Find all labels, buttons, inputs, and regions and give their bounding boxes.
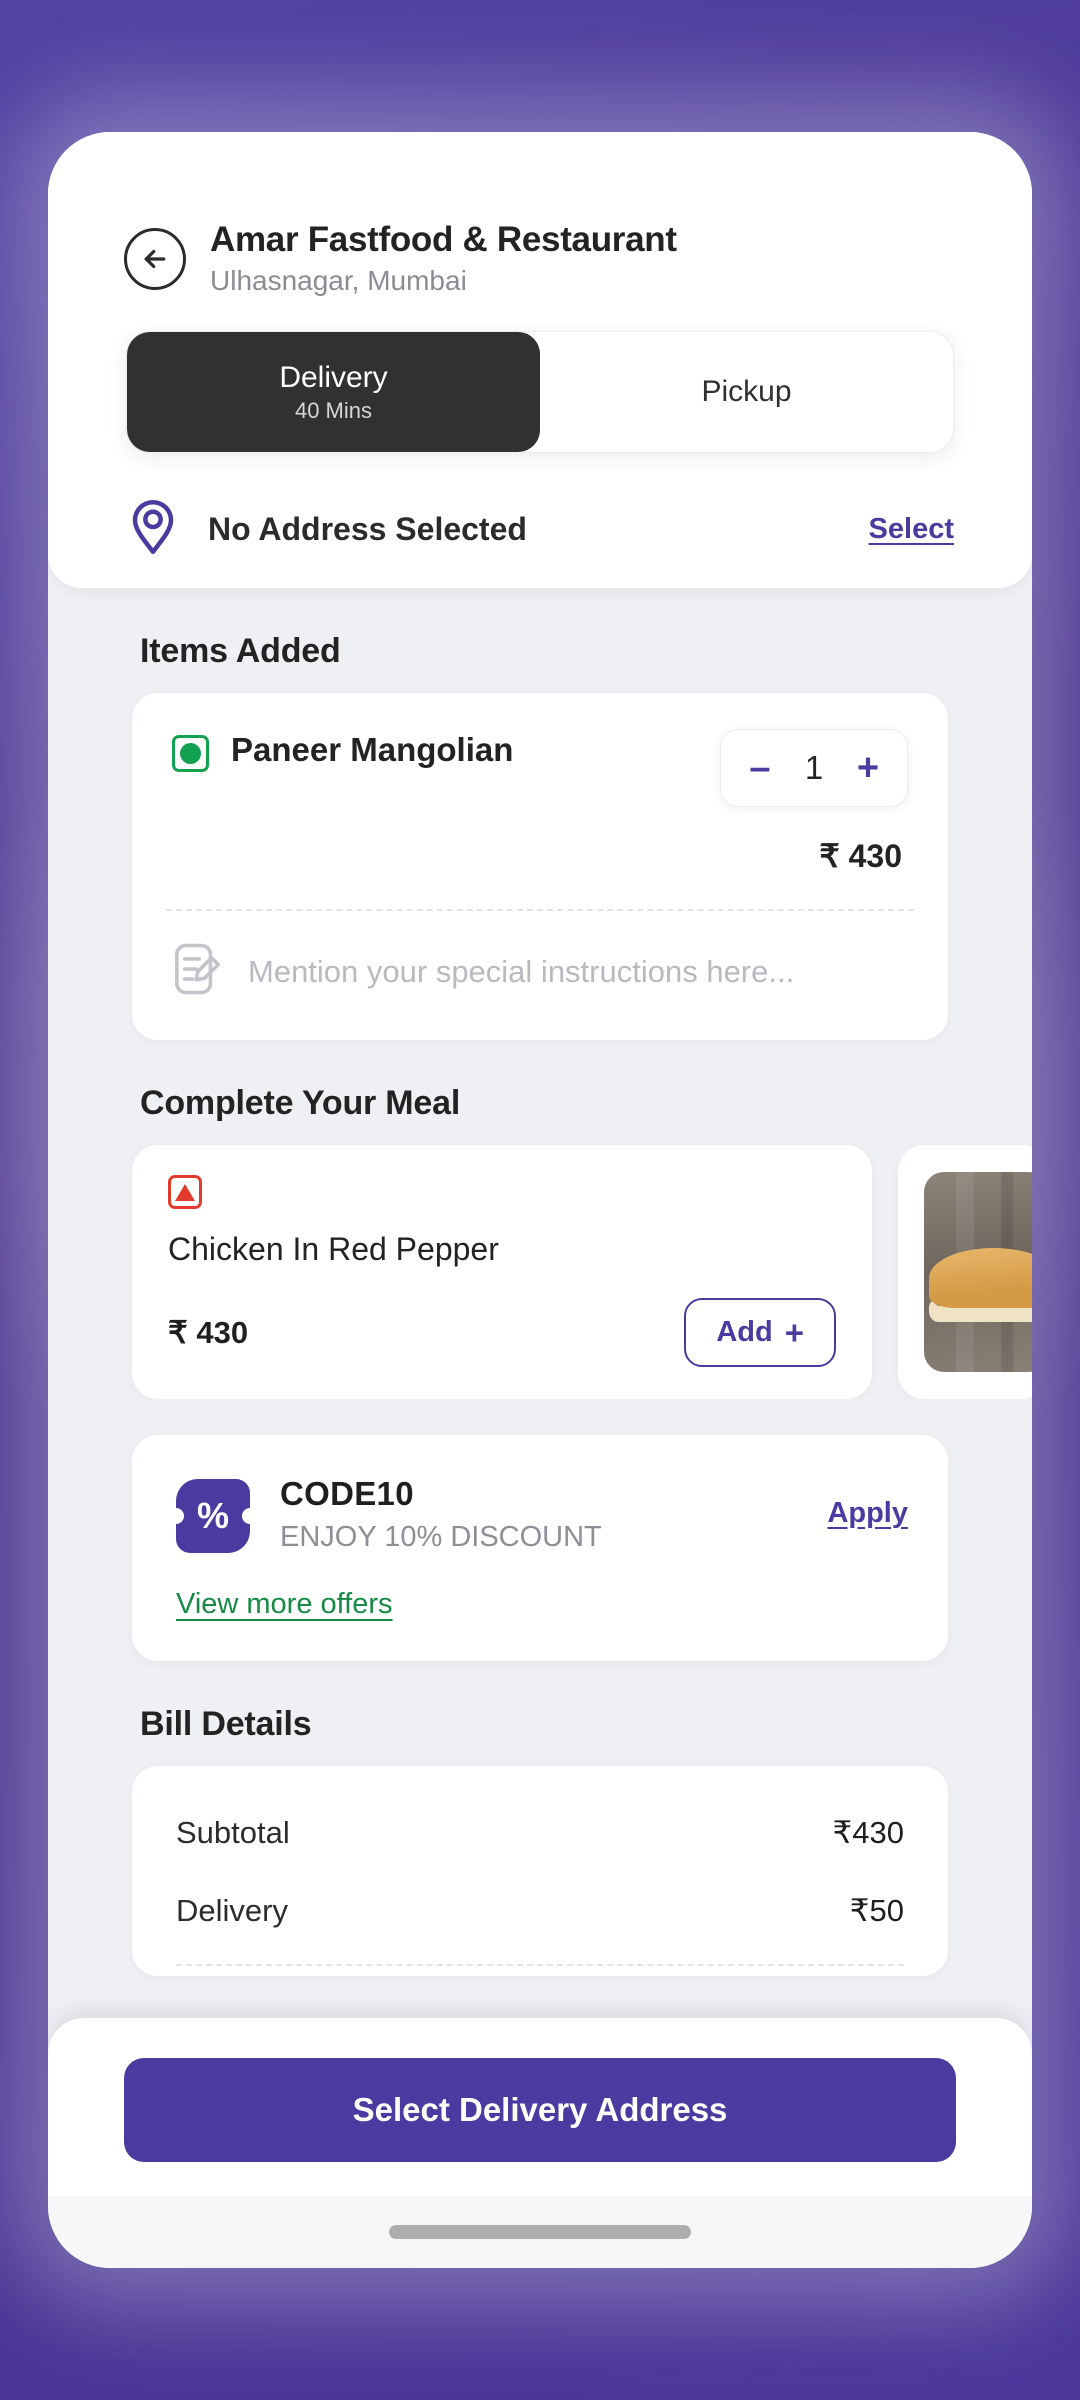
special-instructions-input[interactable]: Mention your special instructions here..… xyxy=(132,911,948,1040)
increment-button[interactable]: + xyxy=(851,749,885,787)
bill-value-delivery: ₹50 xyxy=(849,1893,904,1929)
veg-icon xyxy=(172,735,209,773)
suggested-item-footer: ₹ 430 Add + xyxy=(168,1298,836,1368)
page-title: Amar Fastfood & Restaurant xyxy=(210,220,677,259)
bill-value-subtotal: ₹430 xyxy=(832,1815,904,1851)
plus-icon: + xyxy=(784,1314,804,1352)
nonveg-icon xyxy=(168,1175,202,1210)
back-button[interactable] xyxy=(124,227,186,290)
address-selector-row[interactable]: No Address Selected Select xyxy=(48,453,1032,562)
offer-code: CODE10 xyxy=(280,1475,414,1513)
cart-item-row: Paneer Mangolian – 1 + xyxy=(132,693,948,808)
complete-meal-carousel[interactable]: Chicken In Red Pepper ₹ 430 Add + xyxy=(48,1123,1032,1400)
tab-delivery[interactable]: Delivery 40 Mins xyxy=(127,332,540,453)
apply-offer-link[interactable]: Apply xyxy=(827,1497,908,1530)
restaurant-info: Amar Fastfood & Restaurant Ulhasnagar, M… xyxy=(210,220,677,297)
tab-delivery-label: Delivery xyxy=(279,360,388,394)
offer-text-block: CODE10 ENJOY 10% DISCOUNT xyxy=(280,1475,797,1554)
special-instructions-placeholder: Mention your special instructions here..… xyxy=(248,953,795,989)
bill-row-subtotal: Subtotal ₹430 xyxy=(132,1794,948,1872)
location-pin-icon xyxy=(126,497,180,562)
complete-meal-heading: Complete Your Meal xyxy=(140,1084,461,1123)
suggested-item-name: Chicken In Red Pepper xyxy=(168,1231,499,1268)
quantity-value: 1 xyxy=(804,749,824,787)
select-delivery-address-button[interactable]: Select Delivery Address xyxy=(124,2058,956,2162)
cart-item-price-row: ₹ 430 xyxy=(132,807,948,875)
quantity-stepper[interactable]: – 1 + xyxy=(720,729,908,808)
offer-description: ENJOY 10% DISCOUNT xyxy=(280,1521,602,1554)
bill-label-delivery: Delivery xyxy=(176,1893,288,1929)
bill-details-card: Subtotal ₹430 Delivery ₹50 xyxy=(132,1766,948,1977)
home-indicator-area xyxy=(48,2196,1032,2268)
suggested-item-card[interactable]: Chicken In Red Pepper ₹ 430 Add + xyxy=(132,1145,872,1400)
select-address-link[interactable]: Select xyxy=(869,513,954,546)
restaurant-header: Amar Fastfood & Restaurant Ulhasnagar, M… xyxy=(48,132,1032,297)
cart-item-name: Paneer Mangolian xyxy=(231,731,514,769)
bill-divider xyxy=(176,1964,904,1967)
suggested-item-card-peek[interactable] xyxy=(898,1145,1032,1400)
tab-delivery-eta: 40 Mins xyxy=(294,397,373,423)
decrement-button[interactable]: – xyxy=(743,749,777,787)
bill-details-heading: Bill Details xyxy=(140,1705,312,1744)
bill-row-delivery: Delivery ₹50 xyxy=(132,1872,948,1950)
items-added-heading: Items Added xyxy=(140,632,341,671)
home-indicator xyxy=(389,2225,691,2239)
header-card: Amar Fastfood & Restaurant Ulhasnagar, M… xyxy=(48,132,1032,589)
suggested-item-price: ₹ 430 xyxy=(168,1314,249,1350)
delivery-mode-toggle[interactable]: Delivery 40 Mins Pickup xyxy=(126,331,954,454)
address-status-text: No Address Selected xyxy=(208,511,527,548)
note-edit-icon xyxy=(172,941,222,1002)
bill-label-subtotal: Subtotal xyxy=(176,1815,290,1851)
cart-content[interactable]: Items Added Paneer Mangolian – 1 + ₹ 430 xyxy=(48,588,1032,2196)
add-item-button[interactable]: Add + xyxy=(684,1298,836,1368)
offer-main-row: % CODE10 ENJOY 10% DISCOUNT Apply xyxy=(168,1475,908,1554)
percent-coupon-icon: % xyxy=(168,1479,258,1554)
cart-item-card: Paneer Mangolian – 1 + ₹ 430 Mention you… xyxy=(132,693,948,1041)
view-more-offers-link[interactable]: View more offers xyxy=(176,1588,393,1621)
percent-glyph: % xyxy=(196,1495,229,1537)
bottom-action-sheet: Select Delivery Address xyxy=(48,2018,1032,2196)
arrow-left-icon xyxy=(144,249,166,268)
offer-card: % CODE10 ENJOY 10% DISCOUNT Apply View m… xyxy=(132,1435,948,1662)
add-item-label: Add xyxy=(716,1316,773,1349)
restaurant-location: Ulhasnagar, Mumbai xyxy=(210,265,467,297)
app-screen: Amar Fastfood & Restaurant Ulhasnagar, M… xyxy=(48,132,1032,2268)
tab-pickup[interactable]: Pickup xyxy=(540,332,953,452)
cart-item-price: ₹ 430 xyxy=(819,838,902,875)
phone-frame: Amar Fastfood & Restaurant Ulhasnagar, M… xyxy=(48,132,1032,2268)
tab-pickup-label: Pickup xyxy=(701,375,792,409)
sandwich-photo xyxy=(924,1172,1032,1373)
